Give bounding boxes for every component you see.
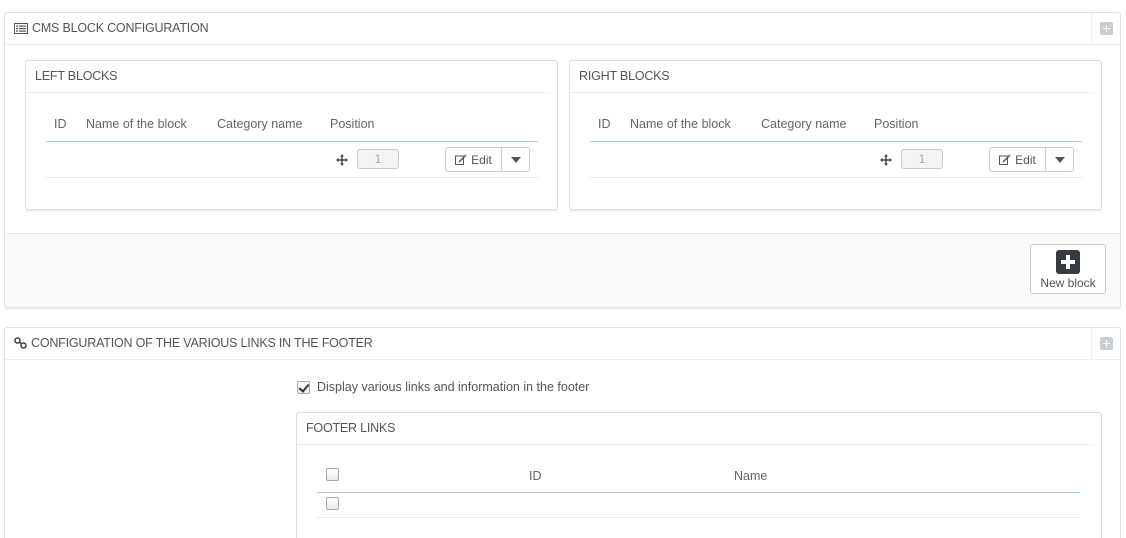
panel-title: CONFIGURATION OF THE VARIOUS LINKS IN TH…	[14, 336, 373, 350]
new-block-label: New block	[1040, 276, 1096, 290]
right-blocks-title: RIGHT BLOCKS	[579, 69, 670, 83]
column-header-id[interactable]: ID	[54, 117, 67, 131]
edit-button-group: Edit	[445, 147, 530, 172]
panel-title: CMS BLOCK CONFIGURATION	[14, 21, 209, 35]
column-header-name[interactable]: Name of the block	[630, 117, 731, 131]
panel-footer: New block	[5, 233, 1120, 307]
move-icon[interactable]	[880, 154, 892, 166]
left-blocks-title: LEFT BLOCKS	[35, 69, 118, 83]
footer-links-heading: FOOTER LINKS	[297, 413, 1095, 445]
column-header-position[interactable]: Position	[874, 117, 918, 131]
list-icon	[14, 22, 28, 34]
table-row: 1 Edit	[590, 143, 1082, 178]
footer-links-title: FOOTER LINKS	[306, 421, 396, 435]
column-header-category[interactable]: Category name	[217, 117, 302, 131]
display-links-option[interactable]: Display various links and information in…	[297, 380, 589, 394]
edit-label: Edit	[1015, 152, 1036, 167]
edit-icon	[999, 154, 1011, 165]
move-icon[interactable]	[336, 154, 348, 166]
row-checkbox[interactable]	[326, 497, 339, 510]
plus-square-icon	[1099, 337, 1113, 350]
column-header-position[interactable]: Position	[330, 117, 374, 131]
column-header-name[interactable]: Name of the block	[86, 117, 187, 131]
table-row	[317, 494, 1080, 518]
caret-down-icon	[1054, 156, 1065, 163]
column-header-id[interactable]: ID	[598, 117, 611, 131]
position-input[interactable]: 1	[357, 149, 399, 169]
panel-heading: CONFIGURATION OF THE VARIOUS LINKS IN TH…	[5, 328, 1120, 360]
edit-button[interactable]: Edit	[446, 148, 502, 171]
table-header: ID Name	[317, 463, 1080, 493]
table-header: ID Name of the block Category name Posit…	[46, 117, 538, 142]
footer-panel-title-text: CONFIGURATION OF THE VARIOUS LINKS IN TH…	[31, 336, 373, 350]
link-icon	[14, 337, 27, 349]
panel-heading: CMS BLOCK CONFIGURATION	[5, 13, 1120, 45]
display-links-label: Display various links and information in…	[317, 380, 590, 394]
footer-links-configuration-panel: CONFIGURATION OF THE VARIOUS LINKS IN TH…	[4, 327, 1121, 538]
table-row: 1 Edit	[46, 143, 538, 178]
caret-down-icon	[510, 156, 521, 163]
column-header-category[interactable]: Category name	[761, 117, 846, 131]
cms-block-configuration-panel: CMS BLOCK CONFIGURATION LEFT BLOCKS ID N…	[4, 12, 1121, 308]
left-blocks-panel: LEFT BLOCKS ID Name of the block Categor…	[25, 60, 558, 210]
edit-label: Edit	[471, 152, 492, 167]
display-links-checkbox[interactable]	[297, 380, 310, 394]
collapse-toggle-button[interactable]	[1091, 13, 1120, 44]
right-blocks-heading: RIGHT BLOCKS	[570, 61, 1095, 93]
plus-square-icon	[1099, 22, 1113, 35]
left-blocks-heading: LEFT BLOCKS	[26, 61, 551, 93]
new-block-button[interactable]: New block	[1030, 244, 1106, 294]
plus-square-icon	[1056, 250, 1080, 274]
cms-panel-title-text: CMS BLOCK CONFIGURATION	[32, 21, 209, 35]
column-header-name[interactable]: Name	[734, 469, 767, 483]
right-blocks-panel: RIGHT BLOCKS ID Name of the block Catego…	[569, 60, 1102, 210]
position-input[interactable]: 1	[901, 149, 943, 169]
edit-button[interactable]: Edit	[990, 148, 1046, 171]
edit-dropdown-toggle[interactable]	[1046, 148, 1073, 171]
edit-icon	[455, 154, 467, 165]
footer-links-panel: FOOTER LINKS ID Name	[296, 412, 1102, 538]
column-header-id[interactable]: ID	[529, 469, 542, 483]
table-header: ID Name of the block Category name Posit…	[590, 117, 1082, 142]
edit-dropdown-toggle[interactable]	[502, 148, 529, 171]
select-all-checkbox[interactable]	[326, 468, 339, 481]
edit-button-group: Edit	[989, 147, 1074, 172]
collapse-toggle-button[interactable]	[1091, 328, 1120, 359]
